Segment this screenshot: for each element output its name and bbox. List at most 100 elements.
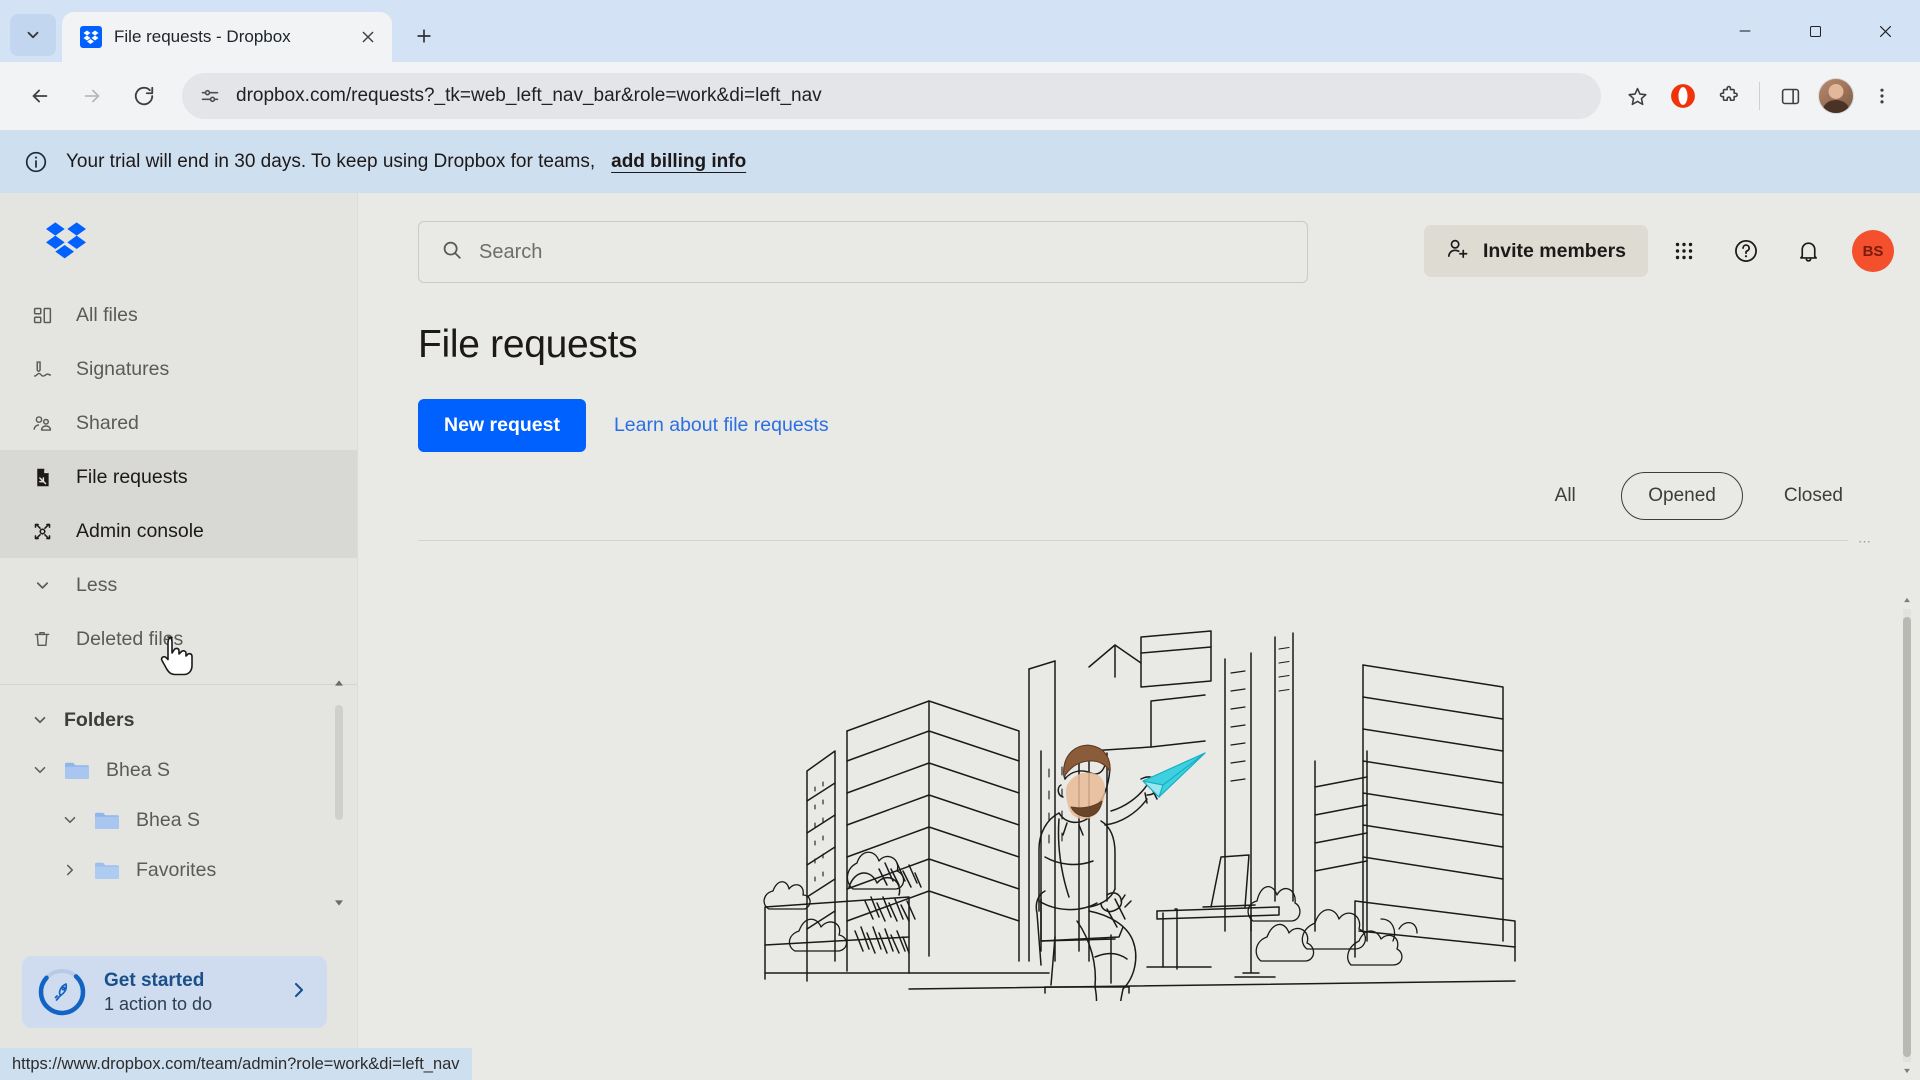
sidebar-item-label: Deleted files xyxy=(76,627,184,650)
user-avatar[interactable]: BS xyxy=(1852,230,1894,272)
browser-toolbar: dropbox.com/requests?_tk=web_left_nav_ba… xyxy=(0,62,1920,130)
folders-header[interactable]: Folders xyxy=(30,695,357,745)
chrome-menu-icon[interactable] xyxy=(1860,74,1904,118)
signature-icon xyxy=(30,359,54,380)
main-content: Search Invite members BS File requests N… xyxy=(358,193,1920,1080)
get-started-text: Get started 1 action to do xyxy=(104,970,269,1015)
new-tab-button[interactable] xyxy=(404,16,444,56)
content-divider-row: ⋯ xyxy=(358,534,1920,549)
folder-label: Favorites xyxy=(136,858,217,881)
close-window-button[interactable] xyxy=(1850,0,1920,62)
get-started-card[interactable]: Get started 1 action to do xyxy=(22,956,327,1028)
file-requests-panel: File requests New request Learn about fi… xyxy=(358,283,1920,452)
search-placeholder: Search xyxy=(479,240,543,263)
tab-title: File requests - Dropbox xyxy=(114,27,291,46)
extensions-puzzle-icon[interactable] xyxy=(1707,74,1751,118)
add-billing-info-link[interactable]: add billing info xyxy=(611,151,746,173)
browser-tab[interactable]: File requests - Dropbox xyxy=(62,12,392,62)
browser-window: File requests - Dropbox dropbox.com/requ… xyxy=(0,0,1920,1080)
reload-button[interactable] xyxy=(120,72,168,120)
back-button[interactable] xyxy=(16,72,64,120)
new-request-button[interactable]: New request xyxy=(418,399,586,452)
forward-button[interactable] xyxy=(68,72,116,120)
site-settings-icon[interactable] xyxy=(196,82,224,110)
window-controls xyxy=(1710,0,1920,62)
scrollbar-thumb[interactable] xyxy=(1903,617,1911,1057)
chevron-down-icon[interactable] xyxy=(60,811,80,829)
sidebar-item-label: Shared xyxy=(76,411,139,434)
scroll-up-icon[interactable] xyxy=(1900,591,1914,609)
sidebar-item-shared[interactable]: Shared xyxy=(0,396,357,450)
chevron-down-icon[interactable] xyxy=(30,761,50,779)
folder-row-bhea-s-child[interactable]: Bhea S xyxy=(30,795,357,845)
toolbar-actions xyxy=(1615,74,1904,118)
folders-scroll-down-icon[interactable] xyxy=(331,895,347,916)
sidebar-item-less[interactable]: Less xyxy=(0,558,357,612)
folder-row-favorites[interactable]: Favorites xyxy=(30,845,357,895)
page-title: File requests xyxy=(418,323,638,366)
get-started-title: Get started xyxy=(104,969,205,991)
sidebar-item-label: Signatures xyxy=(76,357,170,380)
url-text: dropbox.com/requests?_tk=web_left_nav_ba… xyxy=(236,85,822,106)
page-viewport: Your trial will end in 30 days. To keep … xyxy=(0,130,1920,1080)
tab-strip: File requests - Dropbox xyxy=(0,0,1920,62)
app-header: Search Invite members BS xyxy=(358,193,1920,283)
grid-apps-icon[interactable] xyxy=(1658,225,1710,277)
folders-header-label: Folders xyxy=(64,708,135,731)
get-started-subtitle: 1 action to do xyxy=(104,993,213,1014)
sidebar-item-label: Less xyxy=(76,573,118,596)
dropbox-app: All files Signatures Shared File request… xyxy=(0,193,1920,1080)
folder-icon xyxy=(94,809,122,831)
page-actions: New request Learn about file requests xyxy=(418,399,1920,452)
opera-extension-icon[interactable] xyxy=(1661,74,1705,118)
bell-icon[interactable] xyxy=(1782,225,1834,277)
toolbar-separator xyxy=(1759,82,1760,110)
filter-pill-all[interactable]: All xyxy=(1523,472,1607,520)
filter-pill-opened[interactable]: Opened xyxy=(1621,472,1743,520)
dropbox-logo-icon[interactable] xyxy=(0,193,357,288)
folder-icon xyxy=(64,759,92,781)
profile-avatar[interactable] xyxy=(1814,74,1858,118)
rocket-progress-ring xyxy=(38,968,86,1016)
bookmark-star-icon[interactable] xyxy=(1615,74,1659,118)
trial-banner-text: Your trial will end in 30 days. To keep … xyxy=(66,150,596,172)
invite-members-button[interactable]: Invite members xyxy=(1423,225,1648,277)
sidebar: All files Signatures Shared File request… xyxy=(0,193,358,1080)
minimize-button[interactable] xyxy=(1710,0,1780,62)
sidebar-nav: All files Signatures Shared File request… xyxy=(0,288,357,666)
file-request-icon xyxy=(30,467,54,488)
folder-row-bhea-s-root[interactable]: Bhea S xyxy=(30,745,357,795)
empty-state-illustration xyxy=(358,541,1920,1001)
question-circle-icon[interactable] xyxy=(1720,225,1772,277)
maximize-button[interactable] xyxy=(1780,0,1850,62)
filter-pills: All Opened Closed xyxy=(358,472,1920,520)
scroll-down-icon[interactable] xyxy=(1900,1062,1914,1080)
resize-handle[interactable]: ⋯ xyxy=(1858,534,1872,550)
chevron-down-icon[interactable] xyxy=(30,711,50,729)
info-icon xyxy=(22,148,50,176)
shared-users-icon xyxy=(30,413,54,434)
tab-search-button[interactable] xyxy=(10,14,56,56)
search-icon xyxy=(441,239,463,266)
divider xyxy=(418,540,1848,541)
folder-label: Bhea S xyxy=(106,758,170,781)
sidebar-item-all-files[interactable]: All files xyxy=(0,288,357,342)
sidebar-item-admin-console[interactable]: Admin console xyxy=(0,504,357,558)
search-input[interactable]: Search xyxy=(418,221,1308,283)
tab-close-icon[interactable] xyxy=(354,23,382,51)
dropbox-favicon-icon xyxy=(80,26,102,48)
sidebar-item-file-requests[interactable]: File requests xyxy=(0,450,357,504)
main-scrollbar[interactable] xyxy=(1900,591,1914,1080)
folders-scrollbar[interactable] xyxy=(335,705,343,895)
header-actions: Invite members BS xyxy=(1328,221,1894,277)
sidebar-divider xyxy=(0,684,357,685)
sidebar-item-deleted-files[interactable]: Deleted files xyxy=(0,612,357,666)
sidebar-item-signatures[interactable]: Signatures xyxy=(0,342,357,396)
learn-about-file-requests-link[interactable]: Learn about file requests xyxy=(614,414,829,437)
filter-pill-closed[interactable]: Closed xyxy=(1757,472,1870,520)
folders-scroll-up-icon[interactable] xyxy=(331,675,347,696)
address-bar[interactable]: dropbox.com/requests?_tk=web_left_nav_ba… xyxy=(182,73,1601,119)
side-panel-icon[interactable] xyxy=(1768,74,1812,118)
chevron-right-icon[interactable] xyxy=(60,861,80,879)
chevron-right-icon[interactable] xyxy=(287,978,311,1007)
